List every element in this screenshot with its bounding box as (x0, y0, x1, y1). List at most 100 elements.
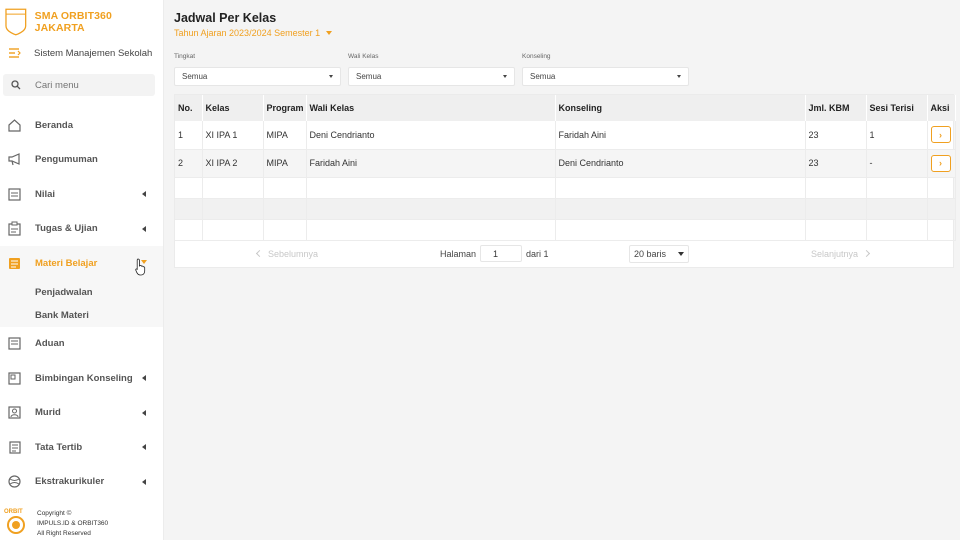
copyright-line: IMPULS.ID & ORBIT360 (37, 520, 109, 527)
table-cell: 1 (175, 121, 203, 150)
svg-text:ORBIT: ORBIT (4, 509, 23, 515)
academic-period-label: Tahun Ajaran 2023/2024 Semester 1 (174, 28, 321, 38)
menu-search[interactable] (3, 74, 155, 96)
table-cell: 2 (175, 149, 203, 178)
table-cell: MIPA (263, 149, 307, 178)
chevron-down-icon (677, 75, 681, 78)
page-indicator: Halaman dari 1 (440, 245, 549, 262)
select-value: Semua (530, 72, 556, 81)
sidebar-item-bimbingan-konseling[interactable]: Bimbingan Konseling (0, 361, 163, 396)
sidebar-subitem-penjadwalan[interactable]: Penjadwalan (0, 281, 163, 304)
chevron-right-icon: › (939, 158, 942, 168)
konseling-select[interactable]: Semua (522, 67, 689, 86)
filter-tingkat: Tingkat Semua (174, 53, 341, 86)
collapse-menu-icon[interactable] (8, 47, 22, 59)
sidebar-item-label: Tugas & Ujian (35, 223, 98, 235)
chevron-left-icon (142, 225, 146, 232)
filter-label: Wali Kelas (348, 53, 379, 60)
chevron-left-icon (142, 375, 146, 382)
chevron-left-icon (142, 409, 146, 416)
schedule-table-card: No. Kelas Program Wali Kelas Konseling J… (174, 94, 956, 268)
previous-page-button[interactable]: Sebelumnya (255, 248, 319, 259)
sidebar-item-label: Beranda (35, 119, 74, 131)
table-cell: XI IPA 2 (202, 149, 264, 178)
action-cell: › (927, 149, 956, 178)
table-header-row: No. Kelas Program Wali Kelas Konseling J… (175, 95, 956, 121)
sidebar-item-label: Materi Belajar (35, 257, 98, 269)
previous-label: Sebelumnya (268, 248, 319, 259)
chevron-right-icon: › (939, 129, 942, 140)
mouse-pointer-icon (135, 258, 146, 276)
column-header[interactable]: No. (175, 95, 203, 121)
filter-label: Tingkat (174, 53, 196, 60)
orbit360-logo: ORBIT (4, 509, 25, 534)
sidebar-item-pengumuman[interactable]: Pengumuman (0, 143, 163, 178)
filter-label: Konseling (522, 53, 551, 60)
table-cell: XI IPA 1 (202, 121, 264, 150)
copyright-line: Copyright © (37, 510, 72, 517)
action-cell: › (927, 121, 956, 150)
sidebar-item-nilai[interactable]: Nilai (0, 177, 163, 212)
next-page-button[interactable]: Selanjutnya (811, 248, 871, 259)
sidebar-item-label: Pengumuman (35, 154, 98, 166)
school-name: SMA ORBIT360 JAKARTA (34, 10, 112, 34)
wali-kelas-select[interactable]: Semua (348, 67, 515, 86)
sidebar-subtitle-row: Sistem Manajemen Sekolah (0, 44, 163, 62)
table-cell: 1 (866, 121, 928, 150)
chevron-left-icon (142, 191, 146, 198)
school-logo-icon (5, 8, 27, 36)
next-label: Selanjutnya (811, 248, 859, 259)
sidebar-item-tugas-ujian[interactable]: Tugas & Ujian (0, 212, 163, 247)
column-header[interactable]: Wali Kelas (306, 95, 556, 121)
page-number-input[interactable] (480, 245, 523, 262)
column-header[interactable]: Jml. KBM (805, 95, 867, 121)
sidebar-item-label: Aduan (35, 338, 65, 350)
grades-icon (6, 186, 22, 202)
sidebar-item-ekstrakurikuler[interactable]: Ekstrakurikuler (0, 465, 163, 500)
chevron-down-icon (503, 75, 507, 78)
sidebar-item-label: Tata Tertib (35, 441, 83, 453)
copyright-text: Copyright © IMPULS.ID & ORBIT360 All Rig… (37, 509, 108, 539)
sidebar-footer: ORBIT Copyright © IMPULS.ID & ORBIT360 A… (0, 506, 164, 540)
table-cell: Deni Cendrianto (306, 121, 556, 150)
academic-period-dropdown[interactable]: Tahun Ajaran 2023/2024 Semester 1 (174, 28, 954, 38)
search-input[interactable] (35, 79, 135, 91)
rows-per-page-select[interactable]: 20 baris (629, 244, 689, 263)
chevron-down-icon (678, 251, 684, 256)
sidebar-item-label: Bimbingan Konseling (35, 372, 133, 384)
select-value: Semua (182, 72, 208, 81)
schedule-table: No. Kelas Program Wali Kelas Konseling J… (175, 95, 956, 241)
column-header[interactable]: Program (263, 95, 307, 121)
chevron-down-icon (326, 31, 333, 35)
student-icon (6, 405, 22, 421)
tingkat-select[interactable]: Semua (174, 67, 341, 86)
detail-button[interactable]: › (930, 154, 951, 172)
column-header[interactable]: Sesi Terisi (866, 95, 928, 121)
column-header[interactable]: Kelas (202, 95, 264, 121)
book-icon (6, 255, 22, 271)
table-cell: 23 (805, 121, 867, 150)
pagination: Sebelumnya Halaman dari 1 20 baris Selan… (175, 241, 953, 267)
rows-per-page-value: 20 baris (634, 248, 667, 259)
chevron-left-icon (142, 478, 146, 485)
megaphone-icon (6, 152, 22, 168)
column-header[interactable]: Konseling (555, 95, 806, 121)
select-value: Semua (356, 72, 382, 81)
sidebar-item-aduan[interactable]: Aduan (0, 327, 163, 362)
home-icon (6, 117, 22, 133)
detail-button[interactable]: › (930, 126, 951, 144)
sidebar-item-beranda[interactable]: Beranda (0, 108, 163, 143)
counseling-icon (6, 370, 22, 386)
sidebar-item-murid[interactable]: Murid (0, 396, 163, 431)
main-content: Jadwal Per Kelas Tahun Ajaran 2023/2024 … (174, 0, 956, 268)
sidebar-item-label: Ekstrakurikuler (35, 476, 105, 488)
complaint-icon (6, 336, 22, 352)
table-row: 1 XI IPA 1 MIPA Deni Cendrianto Faridah … (175, 121, 956, 150)
sidebar-subitem-bank-materi[interactable]: Bank Materi (0, 304, 163, 327)
sidebar: SMA ORBIT360 JAKARTA Sistem Manajemen Se… (0, 0, 164, 540)
chevron-down-icon (329, 75, 333, 78)
sidebar-item-tata-tertib[interactable]: Tata Tertib (0, 430, 163, 465)
filter-wali-kelas: Wali Kelas Semua (348, 53, 515, 86)
page-label: Halaman (440, 248, 477, 259)
extracurricular-icon (6, 474, 22, 490)
